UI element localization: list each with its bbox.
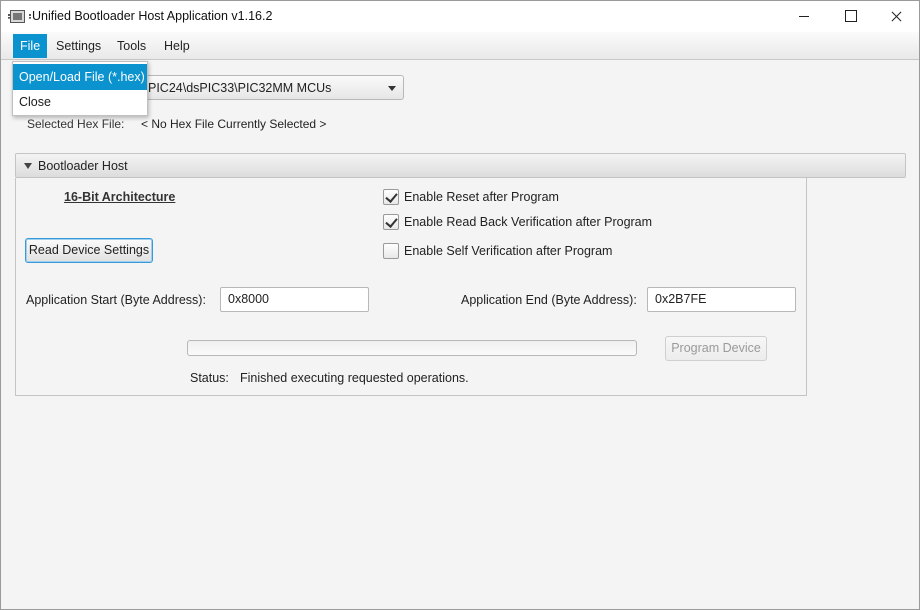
- menu-file[interactable]: File: [13, 34, 48, 58]
- close-window-button[interactable]: [873, 1, 919, 32]
- hex-file-label: Selected Hex File:: [27, 117, 125, 131]
- menu-help[interactable]: Help: [157, 34, 197, 58]
- chevron-down-icon: [388, 86, 396, 91]
- progress-bar: [187, 340, 637, 356]
- main-window: Unified Bootloader Host Application v1.1…: [0, 0, 920, 610]
- app-start-field[interactable]: 0x8000: [220, 287, 369, 312]
- device-family-value: PIC24\dsPIC33\PIC32MM MCUs: [148, 81, 332, 95]
- enable-self-verification-checkbox[interactable]: [383, 243, 399, 259]
- title-bar: Unified Bootloader Host Application v1.1…: [1, 1, 919, 32]
- device-family-select[interactable]: PIC24\dsPIC33\PIC32MM MCUs: [121, 75, 404, 100]
- architecture-label: 16-Bit Architecture: [64, 190, 176, 204]
- enable-reset-label: Enable Reset after Program: [404, 190, 559, 204]
- chip-icon: [8, 10, 31, 23]
- enable-read-back-checkbox[interactable]: [383, 214, 399, 230]
- section-title: Bootloader Host: [38, 159, 128, 173]
- app-end-label: Application End (Byte Address):: [461, 293, 637, 307]
- status-label: Status:: [190, 371, 229, 385]
- bootloader-host-section-header[interactable]: Bootloader Host: [15, 153, 906, 178]
- maximize-button[interactable]: [827, 1, 873, 32]
- triangle-down-icon: [24, 163, 32, 169]
- menu-tools[interactable]: Tools: [110, 34, 153, 58]
- hex-file-value: < No Hex File Currently Selected >: [141, 117, 327, 131]
- menu-settings[interactable]: Settings: [49, 34, 108, 58]
- status-text: Finished executing requested operations.: [240, 371, 469, 385]
- read-device-settings-button[interactable]: Read Device Settings: [25, 238, 153, 263]
- menu-bar: File Settings Tools Help: [1, 32, 919, 60]
- enable-read-back-label: Enable Read Back Verification after Prog…: [404, 215, 653, 229]
- program-device-button[interactable]: Program Device: [665, 336, 767, 361]
- enable-reset-checkbox[interactable]: [383, 189, 399, 205]
- menu-item-close[interactable]: Close: [13, 89, 147, 115]
- file-menu-dropdown: Open/Load File (*.hex) Close: [12, 61, 148, 116]
- minimize-button[interactable]: [781, 1, 827, 32]
- enable-self-verification-label: Enable Self Verification after Program: [404, 244, 613, 258]
- window-title: Unified Bootloader Host Application v1.1…: [32, 9, 273, 23]
- app-start-label: Application Start (Byte Address):: [26, 293, 206, 307]
- app-end-field[interactable]: 0x2B7FE: [647, 287, 796, 312]
- menu-item-open-load-file[interactable]: Open/Load File (*.hex): [13, 64, 147, 90]
